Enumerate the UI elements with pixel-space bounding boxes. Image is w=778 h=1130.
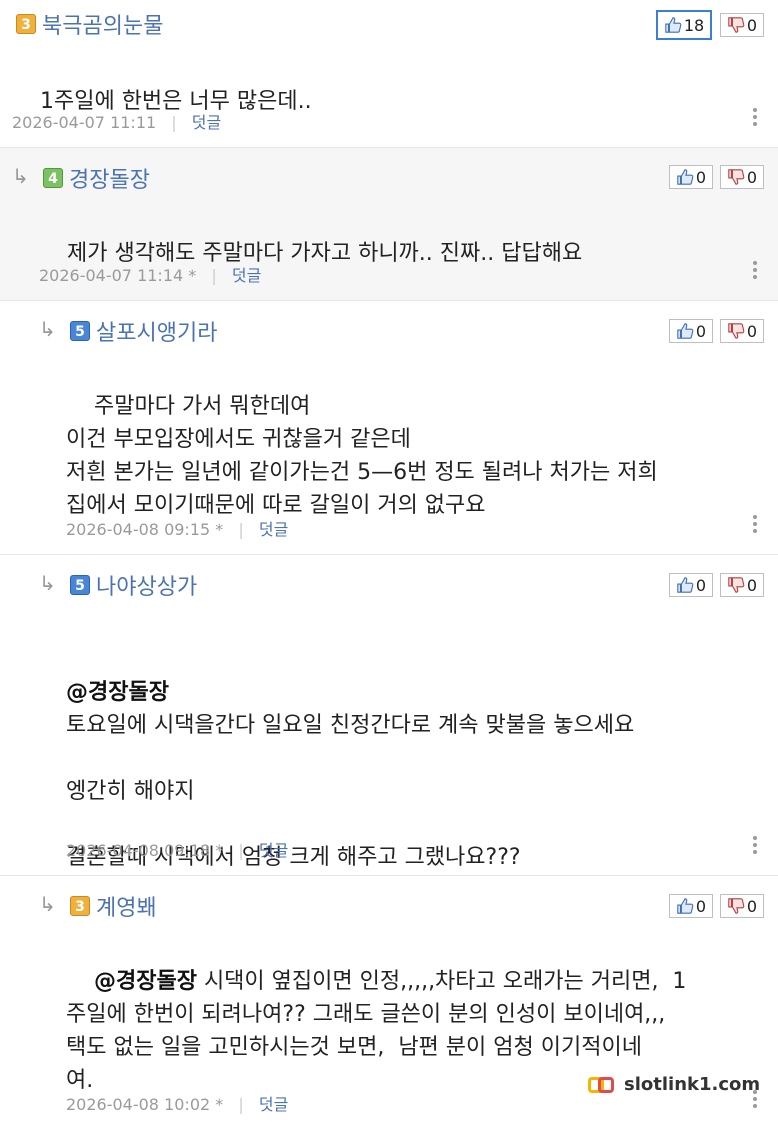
meta-divider: | [211, 266, 217, 285]
comment-meta: 2026-04-07 11:14 * | 덧글 [39, 262, 261, 286]
dislike-count: 0 [746, 575, 758, 595]
nickname[interactable]: 계영봬 [96, 890, 157, 922]
comment-text: 주말마다 가서 뭐한데여 이건 부모입장에서도 귀찮을거 같은데 저흰 본가는 … [66, 394, 658, 518]
meta-divider: | [171, 113, 177, 132]
level-badge: 5 [70, 575, 90, 595]
nickname[interactable]: 나야상상가 [96, 569, 197, 601]
level-badge: 3 [70, 896, 90, 916]
comment-body: 제가 생각해도 주말마다 가자고 하니까.. 진짜.. 답답해요 [39, 204, 582, 303]
reply-link[interactable]: 덧글 [259, 841, 288, 860]
reply-link[interactable]: 덧글 [192, 113, 221, 132]
thumbs-down-icon [728, 323, 745, 339]
thumbs-down-icon [728, 17, 745, 33]
more-vertical-icon[interactable] [753, 261, 757, 282]
meta-divider: | [238, 1095, 244, 1114]
watermark: slotlink1.com [588, 1074, 760, 1095]
comment-date: 2026-04-08 09:18 [66, 841, 211, 860]
level-badge: 4 [43, 168, 63, 188]
meta-divider: | [238, 841, 244, 860]
dislike-button[interactable]: 0 [720, 13, 764, 37]
reply-link[interactable]: 덧글 [232, 266, 261, 285]
reply-link[interactable]: 덧글 [259, 520, 288, 539]
like-button[interactable]: 0 [669, 165, 713, 189]
comment-date: 2026-04-07 11:14 [39, 266, 184, 285]
like-count: 0 [695, 896, 707, 916]
meta-divider: | [238, 520, 244, 539]
edited-mark: * [215, 1095, 224, 1114]
like-count: 18 [683, 15, 705, 35]
more-vertical-icon[interactable] [753, 108, 757, 129]
comment-meta: 2026-04-08 09:18 * | 덧글 [66, 837, 288, 861]
like-count: 0 [695, 167, 707, 187]
comment-date: 2026-04-08 10:02 [66, 1095, 211, 1114]
dislike-button[interactable]: 0 [720, 573, 764, 597]
reply-arrow-icon: ↳ [12, 164, 29, 188]
dislike-count: 0 [746, 167, 758, 187]
like-button[interactable]: 0 [669, 319, 713, 343]
reply-arrow-icon: ↳ [39, 892, 56, 916]
nickname[interactable]: 경장돌장 [69, 162, 150, 194]
comment-date: 2026-04-08 09:15 [66, 520, 211, 539]
comment-item: ↳ 4 경장돌장 0 0 제가 생각해도 주말마다 가자고 하니까.. 진짜..… [0, 148, 778, 301]
reply-link[interactable]: 덧글 [259, 1095, 288, 1114]
like-count: 0 [695, 321, 707, 341]
comment-meta: 2026-04-08 10:02 * | 덧글 [66, 1091, 288, 1115]
like-button[interactable]: 0 [669, 573, 713, 597]
comment-item: ↳ 5 살포시앵기라 0 0 주말마다 가서 뭐한데여 이건 부모입장에서도 귀… [0, 301, 778, 555]
comment-meta: 2026-04-07 11:11 | 덧글 [12, 109, 221, 133]
thumbs-up-icon [665, 17, 682, 33]
like-button[interactable]: 0 [669, 894, 713, 918]
more-vertical-icon[interactable] [753, 836, 757, 857]
dislike-button[interactable]: 0 [720, 319, 764, 343]
thumbs-down-icon [728, 577, 745, 593]
thumbs-up-icon [677, 577, 694, 593]
chain-link-icon [588, 1075, 616, 1095]
thumbs-down-icon [728, 169, 745, 185]
comment-body: 1주일에 한번은 너무 많은데.. [12, 52, 312, 151]
watermark-text: slotlink1.com [624, 1074, 761, 1095]
edited-mark: * [215, 520, 224, 539]
dislike-count: 0 [746, 896, 758, 916]
comment-meta: 2026-04-08 09:15 * | 덧글 [66, 516, 288, 540]
comment-item: 3 북극곰의눈물 18 0 1주일에 한번은 너무 많은데.. 2026-04-… [0, 0, 778, 148]
thumbs-up-icon [677, 169, 694, 185]
thumbs-down-icon [728, 898, 745, 914]
level-badge: 3 [16, 14, 36, 34]
like-count: 0 [695, 575, 707, 595]
reply-arrow-icon: ↳ [39, 571, 56, 595]
thumbs-up-icon [677, 898, 694, 914]
thumbs-up-icon [677, 323, 694, 339]
mention[interactable]: @경장돌장 [66, 676, 634, 709]
edited-mark: * [215, 841, 224, 860]
comment-item: ↳ 5 나야상상가 0 0 @경장돌장 토요일에 시댁을간다 일요일 친정간다로 … [0, 555, 778, 876]
more-vertical-icon[interactable] [753, 515, 757, 536]
dislike-count: 0 [746, 15, 758, 35]
reply-arrow-icon: ↳ [39, 317, 56, 341]
comment-date: 2026-04-07 11:11 [12, 113, 157, 132]
dislike-count: 0 [746, 321, 758, 341]
level-badge: 5 [70, 321, 90, 341]
edited-mark: * [188, 266, 197, 285]
mention[interactable]: @경장돌장 [94, 969, 197, 994]
nickname[interactable]: 살포시앵기라 [96, 315, 217, 347]
like-button[interactable]: 18 [656, 10, 712, 40]
dislike-button[interactable]: 0 [720, 165, 764, 189]
dislike-button[interactable]: 0 [720, 894, 764, 918]
nickname[interactable]: 북극곰의눈물 [42, 8, 163, 40]
comment-body: @경장돌장 토요일에 시댁을간다 일요일 친정간다로 계속 맞불을 놓으세요 엥간… [66, 610, 634, 907]
